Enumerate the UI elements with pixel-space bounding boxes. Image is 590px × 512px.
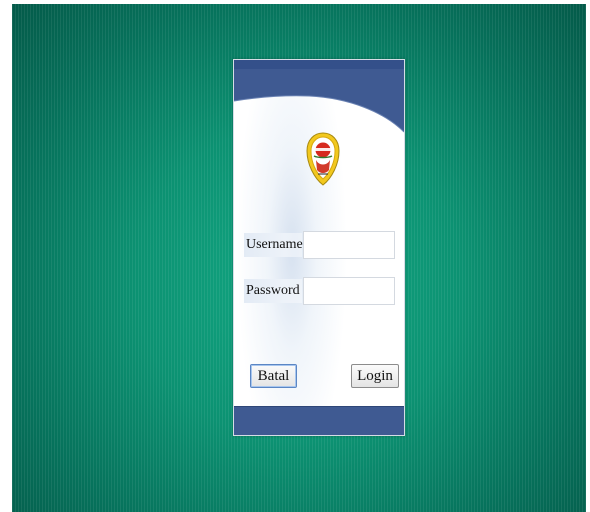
cancel-button[interactable]: Batal <box>250 364 297 388</box>
login-button[interactable]: Login <box>351 364 399 388</box>
panel-header <box>234 60 404 133</box>
username-label: Username <box>244 233 303 257</box>
password-input[interactable] <box>303 277 395 305</box>
password-label: Password <box>244 279 302 303</box>
panel-footer <box>234 406 404 435</box>
username-input[interactable] <box>303 231 395 259</box>
background: Username Password Batal Login <box>12 4 586 512</box>
emblem-logo-icon <box>306 132 340 186</box>
login-panel: Username Password Batal Login <box>233 59 405 436</box>
